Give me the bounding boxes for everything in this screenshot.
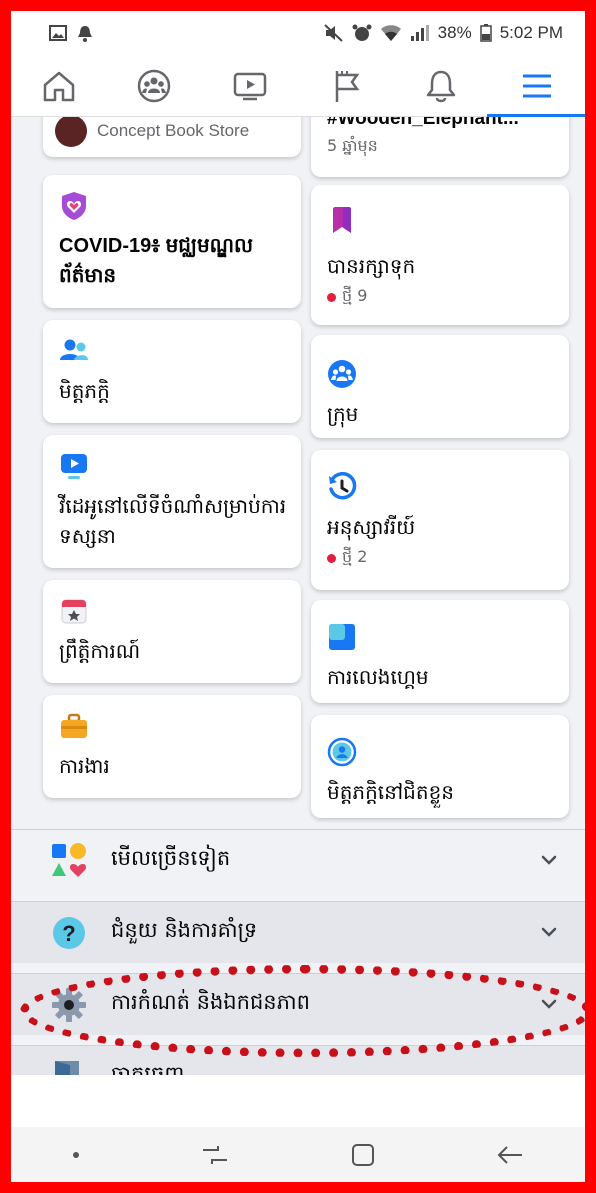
play-video-icon	[61, 454, 87, 479]
wifi-icon	[380, 25, 401, 41]
shortcut-label: វីដេអូនៅលើទីចំណាំសម្រាប់ការទស្សនា	[59, 494, 287, 548]
menu-row-see-more[interactable]: មើលច្រើនទៀត	[11, 829, 585, 891]
mute-icon	[323, 24, 343, 42]
chevron-down-icon	[541, 999, 557, 1009]
hamburger-menu-icon	[523, 74, 552, 97]
nearby-friends-icon	[327, 737, 357, 767]
shortcut-friends[interactable]: មិត្តភក្តិ	[43, 320, 301, 423]
calendar-star-icon	[61, 599, 87, 624]
gaming-icon	[329, 624, 355, 650]
heart-shield-icon	[62, 192, 86, 220]
shortcut-label: COVID-19៖ មជ្ឈមណ្ឌលព័ត៌មាន	[59, 235, 254, 287]
new-count: ថ្មី 2	[342, 547, 368, 566]
shortcut-gaming[interactable]: ការលេងហ្គេម	[311, 600, 569, 703]
shortcut-label: អនុស្សាវរីយ៍	[327, 515, 416, 539]
groups-icon	[328, 360, 356, 388]
gallery-icon	[49, 25, 67, 41]
friends-icon	[60, 339, 88, 360]
tab-pages[interactable]	[316, 59, 376, 113]
menu-content: Concept Book Store COVID-19៖ មជ្ឈមណ្ឌលព័…	[11, 117, 585, 1075]
alarm-icon	[352, 24, 372, 41]
clock-history-icon	[329, 472, 357, 500]
flag-icon	[335, 70, 360, 102]
post-title: #Wooden_Elephant...	[327, 117, 519, 129]
menu-row-label: ជំនួយ និងការគាំទ្រ	[111, 918, 258, 942]
shortcut-label: បានរក្សាទុក	[327, 254, 416, 278]
watch-video-icon	[233, 72, 267, 100]
bell-icon	[427, 70, 456, 102]
notification-bell-icon	[78, 26, 92, 42]
signal-icon	[410, 25, 429, 41]
shortcut-label: ការលេងហ្គេម	[327, 665, 429, 689]
question-icon: ?	[49, 913, 89, 953]
tab-home[interactable]	[29, 59, 89, 113]
shortcut-videos-on-watch[interactable]: វីដេអូនៅលើទីចំណាំសម្រាប់ការទស្សនា	[43, 435, 301, 568]
tab-notifications[interactable]	[411, 59, 471, 113]
battery-percent: 38%	[437, 23, 472, 42]
back-arrow-icon[interactable]	[495, 1143, 525, 1167]
battery-icon	[479, 24, 492, 42]
shortcut-label: ក្រុម	[327, 402, 359, 426]
dot-indicator-icon	[72, 1151, 79, 1158]
store-avatar-icon	[55, 117, 87, 147]
briefcase-icon	[61, 713, 87, 738]
new-count: ថ្មី 9	[342, 286, 368, 305]
recent-apps-icon[interactable]	[200, 1143, 230, 1167]
chevron-down-icon	[541, 927, 557, 937]
svg-text:?: ?	[62, 921, 75, 946]
shortcut-concept-book-store[interactable]: Concept Book Store	[43, 117, 301, 157]
post-time: 5 ឆ្នាំមុន	[327, 136, 378, 155]
gear-icon	[49, 985, 89, 1025]
shortcut-wooden-elephant-post[interactable]: #Wooden_Elephant... 5 ឆ្នាំមុន	[311, 117, 569, 177]
door-icon	[49, 1057, 89, 1075]
tab-watch[interactable]	[220, 59, 280, 113]
shortcut-label: Concept Book Store	[97, 121, 250, 140]
menu-row-label: មើលច្រើនទៀត	[111, 846, 231, 870]
tab-groups[interactable]	[124, 59, 184, 113]
home-icon	[43, 71, 75, 101]
system-nav-bar	[11, 1127, 585, 1182]
shortcut-saved[interactable]: បានរក្សាទុក ថ្មី 9	[311, 185, 569, 325]
shortcut-nearby-friends[interactable]: មិត្តភក្តិនៅជិតខ្លួន	[311, 715, 569, 818]
shortcut-label: ព្រឹត្តិការណ៍	[59, 639, 141, 663]
new-badge-dot	[327, 553, 336, 563]
shortcut-events[interactable]: ព្រឹត្តិការណ៍	[43, 580, 301, 683]
groups-icon	[138, 69, 171, 102]
shortcut-groups[interactable]: ក្រុម	[311, 335, 569, 438]
shortcut-label: មិត្តភក្តិ	[59, 379, 110, 403]
shortcut-label: មិត្តភក្តិនៅជិតខ្លួន	[327, 780, 454, 804]
tab-menu[interactable]	[487, 59, 588, 117]
shortcut-memories[interactable]: អនុស្សាវរីយ៍ ថ្មី 2	[311, 450, 569, 590]
shortcut-jobs[interactable]: ការងារ	[43, 695, 301, 798]
menu-row-help-support[interactable]: ? ជំនួយ និងការគាំទ្រ	[11, 901, 585, 963]
chevron-down-icon	[541, 855, 557, 865]
menu-row-label: ចាកចេញ	[111, 1062, 185, 1075]
menu-row-label: ការកំណត់ និងឯកជនភាព	[111, 990, 310, 1014]
shortcut-covid-19-info-center[interactable]: COVID-19៖ មជ្ឈមណ្ឌលព័ត៌មាន	[43, 175, 301, 308]
home-button-icon[interactable]	[350, 1142, 376, 1168]
top-nav	[11, 55, 588, 117]
bookmark-icon	[333, 207, 351, 233]
see-more-icon	[49, 841, 89, 881]
clock-time: 5:02 PM	[499, 23, 563, 42]
new-badge-dot	[327, 292, 336, 302]
status-bar: 38% 5:02 PM	[11, 11, 585, 55]
menu-row-log-out[interactable]: ចាកចេញ	[11, 1045, 585, 1075]
shortcut-label: ការងារ	[59, 754, 110, 778]
menu-row-settings-privacy[interactable]: ការកំណត់ និងឯកជនភាព	[11, 973, 585, 1035]
